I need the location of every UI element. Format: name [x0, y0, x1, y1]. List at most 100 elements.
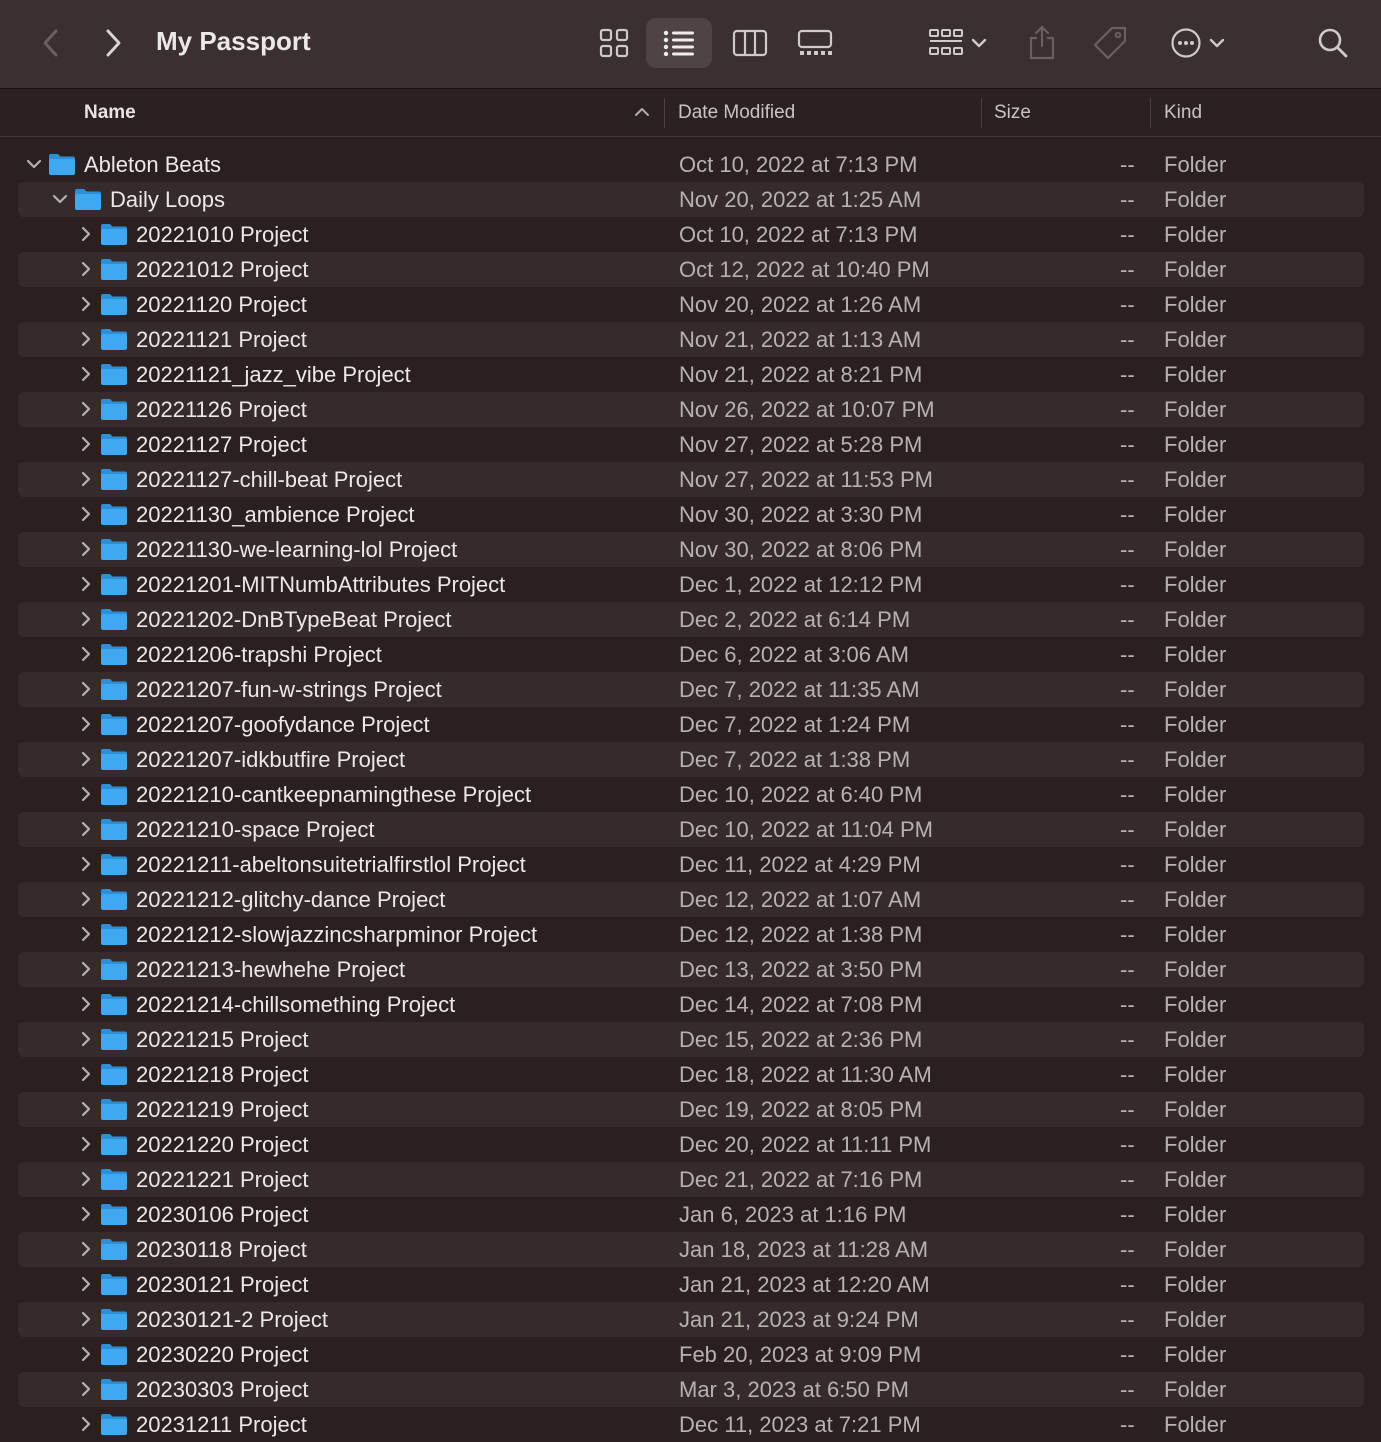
disclosure-collapsed-icon[interactable] — [76, 889, 96, 909]
list-item[interactable]: 20221211-abeltonsuitetrialfirstlol Proje… — [18, 847, 1364, 882]
disclosure-collapsed-icon[interactable] — [76, 1344, 96, 1364]
disclosure-collapsed-icon[interactable] — [76, 469, 96, 489]
list-item[interactable]: 20221214-chillsomething Project Dec 14, 2… — [18, 987, 1364, 1022]
back-button[interactable] — [36, 26, 66, 60]
disclosure-collapsed-icon[interactable] — [76, 1134, 96, 1154]
disclosure-collapsed-icon[interactable] — [76, 714, 96, 734]
disclosure-collapsed-icon[interactable] — [76, 679, 96, 699]
list-item[interactable]: 20221219 Project Dec 19, 2022 at 8:05 PM -… — [18, 1092, 1364, 1127]
disclosure-collapsed-icon[interactable] — [76, 819, 96, 839]
disclosure-collapsed-icon[interactable] — [76, 784, 96, 804]
list-item[interactable]: 20221212-slowjazzincsharpminor Project De… — [18, 917, 1364, 952]
disclosure-collapsed-icon[interactable] — [76, 749, 96, 769]
disclosure-collapsed-icon[interactable] — [76, 504, 96, 524]
list-item[interactable]: 20221121 Project Nov 21, 2022 at 1:13 AM -… — [18, 322, 1364, 357]
list-item[interactable]: 20231211 Project Dec 11, 2023 at 7:21 PM -… — [18, 1407, 1364, 1442]
list-item[interactable]: 20230220 Project Feb 20, 2023 at 9:09 PM -… — [18, 1337, 1364, 1372]
disclosure-collapsed-icon[interactable] — [76, 609, 96, 629]
disclosure-collapsed-icon[interactable] — [76, 1239, 96, 1259]
disclosure-collapsed-icon[interactable] — [76, 1064, 96, 1084]
icon-view-button[interactable] — [592, 22, 636, 64]
list-item[interactable]: 20221130-we-learning-lol Project Nov 30, … — [18, 532, 1364, 567]
column-divider[interactable] — [664, 98, 665, 128]
list-item[interactable]: 20221207-goofydance Project Dec 7, 2022 a… — [18, 707, 1364, 742]
list-item[interactable]: 20221206-trapshi Project Dec 6, 2022 at 3… — [18, 637, 1364, 672]
list-item[interactable]: 20230121 Project Jan 21, 2023 at 12:20 AM… — [18, 1267, 1364, 1302]
chevron-up-icon[interactable] — [634, 106, 650, 118]
disclosure-collapsed-icon[interactable] — [76, 329, 96, 349]
list-item[interactable]: 20221215 Project Dec 15, 2022 at 2:36 PM -… — [18, 1022, 1364, 1057]
name-column-header[interactable]: Name — [84, 89, 136, 136]
size-column-header[interactable]: Size — [994, 89, 1031, 136]
list-item[interactable]: 20221010 Project Oct 10, 2022 at 7:13 PM -… — [18, 217, 1364, 252]
group-menu-button[interactable] — [922, 22, 994, 64]
forward-button[interactable] — [98, 26, 128, 60]
disclosure-collapsed-icon[interactable] — [76, 1309, 96, 1329]
disclosure-collapsed-icon[interactable] — [76, 1099, 96, 1119]
disclosure-collapsed-icon[interactable] — [76, 1379, 96, 1399]
date-modified: Dec 18, 2022 at 11:30 AM — [679, 1062, 932, 1087]
list-view-button[interactable] — [646, 18, 712, 68]
column-divider[interactable] — [981, 98, 982, 128]
date-column-header[interactable]: Date Modified — [678, 89, 795, 136]
disclosure-collapsed-icon[interactable] — [76, 259, 96, 279]
list-item[interactable]: 20221126 Project Nov 26, 2022 at 10:07 PM… — [18, 392, 1364, 427]
disclosure-collapsed-icon[interactable] — [76, 1169, 96, 1189]
list-item[interactable]: 20221130_ambience Project Nov 30, 2022 at… — [18, 497, 1364, 532]
list-item[interactable]: 20221220 Project Dec 20, 2022 at 11:11 PM… — [18, 1127, 1364, 1162]
list-item[interactable]: 20230303 Project Mar 3, 2023 at 6:50 PM --… — [18, 1372, 1364, 1407]
disclosure-collapsed-icon[interactable] — [76, 294, 96, 314]
tag-button[interactable] — [1088, 22, 1132, 64]
disclosure-collapsed-icon[interactable] — [76, 1274, 96, 1294]
list-item[interactable]: 20221207-fun-w-strings Project Dec 7, 202… — [18, 672, 1364, 707]
folder-icon — [101, 749, 127, 770]
kind-column-header[interactable]: Kind — [1164, 89, 1202, 136]
list-item[interactable]: 20221212-glitchy-dance Project Dec 12, 20… — [18, 882, 1364, 917]
disclosure-collapsed-icon[interactable] — [76, 924, 96, 944]
list-item[interactable]: 20221120 Project Nov 20, 2022 at 1:26 AM -… — [18, 287, 1364, 322]
list-item[interactable]: 20221012 Project Oct 12, 2022 at 10:40 PM… — [18, 252, 1364, 287]
disclosure-expanded-icon[interactable] — [24, 154, 44, 174]
disclosure-collapsed-icon[interactable] — [76, 959, 96, 979]
disclosure-collapsed-icon[interactable] — [76, 854, 96, 874]
disclosure-collapsed-icon[interactable] — [76, 399, 96, 419]
list-item[interactable]: 20221218 Project Dec 18, 2022 at 11:30 AM… — [18, 1057, 1364, 1092]
disclosure-collapsed-icon[interactable] — [76, 539, 96, 559]
chevron-right-icon — [106, 29, 121, 57]
disclosure-collapsed-icon[interactable] — [76, 994, 96, 1014]
search-button[interactable] — [1312, 22, 1354, 64]
more-menu-button[interactable] — [1162, 22, 1234, 64]
list-item[interactable]: 20221201-MITNumbAttributes Project Dec 1,… — [18, 567, 1364, 602]
list-item[interactable]: 20221127-chill-beat Project Nov 27, 2022 … — [18, 462, 1364, 497]
list-item[interactable]: Daily Loops Nov 20, 2022 at 1:25 AM -- Fold… — [18, 182, 1364, 217]
disclosure-collapsed-icon[interactable] — [76, 434, 96, 454]
list-item[interactable]: 20221127 Project Nov 27, 2022 at 5:28 PM -… — [18, 427, 1364, 462]
list-item[interactable]: 20230106 Project Jan 6, 2023 at 1:16 PM --… — [18, 1197, 1364, 1232]
list-item[interactable]: 20221202-DnBTypeBeat Project Dec 2, 2022 … — [18, 602, 1364, 637]
list-item[interactable]: Ableton Beats Oct 10, 2022 at 7:13 PM -- Fo… — [18, 147, 1364, 182]
folder-icon — [101, 854, 127, 875]
disclosure-collapsed-icon[interactable] — [76, 1414, 96, 1434]
column-divider[interactable] — [1150, 98, 1151, 128]
list-item[interactable]: 20221207-idkbutfire Project Dec 7, 2022 a… — [18, 742, 1364, 777]
column-view-button[interactable] — [728, 22, 772, 64]
disclosure-collapsed-icon[interactable] — [76, 574, 96, 594]
list-item[interactable]: 20221213-hewhehe Project Dec 13, 2022 at … — [18, 952, 1364, 987]
list-item[interactable]: 20221121_jazz_vibe Project Nov 21, 2022 a… — [18, 357, 1364, 392]
share-button[interactable] — [1022, 20, 1062, 64]
file-name: 20221210-cantkeepnamingthese Project — [136, 782, 532, 807]
list-item[interactable]: 20221221 Project Dec 21, 2022 at 7:16 PM -… — [18, 1162, 1364, 1197]
list-item[interactable]: 20221210-space Project Dec 10, 2022 at 11… — [18, 812, 1364, 847]
file-kind: Folder — [1164, 432, 1227, 457]
gallery-view-button[interactable] — [792, 22, 838, 64]
disclosure-collapsed-icon[interactable] — [76, 224, 96, 244]
folder-icon — [101, 889, 127, 910]
disclosure-collapsed-icon[interactable] — [76, 364, 96, 384]
disclosure-expanded-icon[interactable] — [50, 189, 70, 209]
disclosure-collapsed-icon[interactable] — [76, 1204, 96, 1224]
disclosure-collapsed-icon[interactable] — [76, 644, 96, 664]
list-item[interactable]: 20221210-cantkeepnamingthese Project Dec … — [18, 777, 1364, 812]
list-item[interactable]: 20230118 Project Jan 18, 2023 at 11:28 AM… — [18, 1232, 1364, 1267]
disclosure-collapsed-icon[interactable] — [76, 1029, 96, 1049]
list-item[interactable]: 20230121-2 Project Jan 21, 2023 at 9:24 P… — [18, 1302, 1364, 1337]
